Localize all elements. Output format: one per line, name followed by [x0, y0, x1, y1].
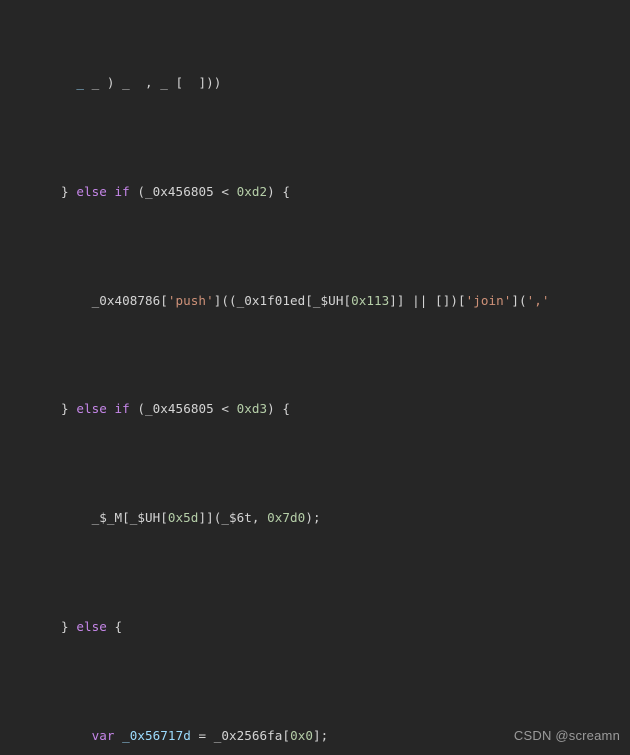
token-keyword-var: var — [91, 727, 115, 743]
code-line[interactable]: _ _ ) _ , _ [ ])) — [0, 72, 630, 94]
code-line[interactable]: } else if (_0x456805 < 0xd3) { — [0, 398, 630, 420]
code-line[interactable]: _0x408786['push']((_0x1f01ed[_$UH[0x113]… — [0, 290, 630, 312]
token-number: 0x113 — [351, 292, 390, 308]
token-keyword-if: if — [114, 401, 130, 417]
token-string: ',' — [526, 292, 550, 308]
code-line[interactable]: } else { — [0, 616, 630, 638]
code-line[interactable]: var _0x56717d = _0x2566fa[0x0]; — [0, 725, 630, 747]
token-declaration: _0x56717d — [122, 727, 191, 743]
token-keyword-else: else — [76, 401, 107, 417]
token-number: 0x5d — [167, 510, 199, 525]
token-string: 'join' — [465, 292, 512, 308]
token-keyword-else: else — [76, 183, 107, 199]
token-keyword-if: if — [114, 183, 130, 199]
code-editor-viewport[interactable]: _ _ ) _ , _ [ ])) } else if (_0x456805 <… — [0, 0, 630, 755]
code-lines-container: _ _ ) _ , _ [ ])) } else if (_0x456805 <… — [0, 0, 630, 755]
token-number: 0x0 — [290, 727, 313, 743]
code-line[interactable]: _$_M[_$UH[0x5d]](_$6t, 0x7d0); — [0, 507, 630, 529]
token-number: 0xd3 — [236, 401, 268, 417]
token-string: 'push' — [167, 292, 214, 308]
token-keyword-else: else — [76, 618, 107, 634]
token-identifier: _ — [76, 75, 84, 90]
token-number: 0xd2 — [236, 183, 268, 199]
code-line[interactable]: } else if (_0x456805 < 0xd2) { — [0, 181, 630, 203]
token-number: 0x7d0 — [267, 510, 306, 525]
